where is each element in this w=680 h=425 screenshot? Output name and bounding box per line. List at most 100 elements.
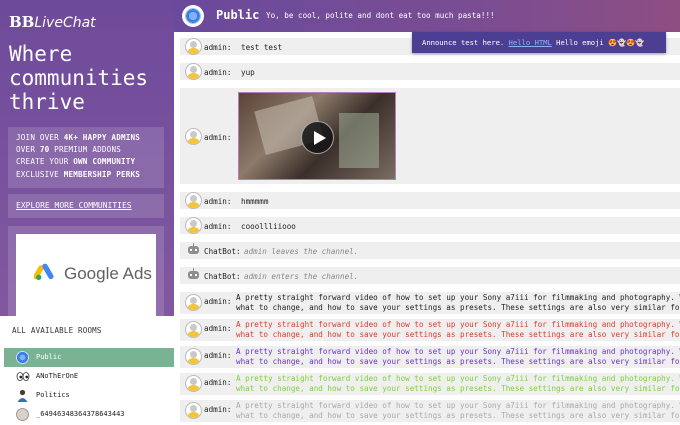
message-text: admin leaves the channel. xyxy=(244,247,359,256)
user-avatar-icon[interactable] xyxy=(185,375,202,392)
user-avatar-icon[interactable] xyxy=(185,402,202,419)
chat-message: admin: yup xyxy=(180,63,680,80)
user-avatar-icon[interactable] xyxy=(185,294,202,311)
message-username[interactable]: admin: xyxy=(204,351,231,360)
message-username[interactable]: admin: xyxy=(204,197,231,206)
room-item-label: Public xyxy=(36,353,62,361)
chat-message-video: admin: xyxy=(180,88,680,184)
message-text: A pretty straight forward video of how t… xyxy=(236,347,680,367)
promo-line3-a: CREATE YOUR xyxy=(16,157,74,167)
message-username[interactable]: admin: xyxy=(204,43,231,52)
room-topic: Yo, be cool, polite and dont eat too muc… xyxy=(266,11,495,20)
promo-line2-b: 70 xyxy=(39,145,50,155)
user-avatar-icon[interactable] xyxy=(185,38,202,55)
message-username[interactable]: admin: xyxy=(204,133,231,142)
room-name: Public xyxy=(216,8,260,22)
message-text: test test xyxy=(241,43,283,52)
announcement-text: Announce test here. xyxy=(422,38,509,47)
room-item-public[interactable]: Public xyxy=(4,348,174,367)
message-line: A pretty straight forward video of how t… xyxy=(236,347,680,356)
message-text: A pretty straight forward video of how t… xyxy=(236,401,680,421)
announcement-emojis: 😍👻😍👻 xyxy=(608,38,644,47)
announcement-link[interactable]: Hello HTML xyxy=(509,38,552,47)
promo-line1-b: 4K+ HAPPY ADMINS xyxy=(63,133,141,142)
promo-line4-b: MEMBERSHIP PERKS xyxy=(63,169,141,179)
chat-message: admin: A pretty straight forward video o… xyxy=(180,292,680,314)
room-item-numbers[interactable]: _64946348364378643443 xyxy=(4,405,174,424)
google-ads-icon xyxy=(34,263,54,280)
room-item-politics[interactable]: Politics xyxy=(4,386,174,405)
message-text: yup xyxy=(241,68,255,77)
chat-message: admin: A pretty straight forward video o… xyxy=(180,400,680,422)
chat-message: admin: hmmmmm xyxy=(180,192,680,209)
announcement-emoji-label: Hello emoji xyxy=(551,38,609,47)
user-avatar-icon[interactable] xyxy=(185,63,202,80)
person-icon xyxy=(16,389,29,402)
message-line: what to change, and how to save your set… xyxy=(236,411,680,420)
brand-logo-live: LiveChat xyxy=(34,15,96,31)
message-username[interactable]: admin: xyxy=(204,378,231,387)
message-line: what to change, and how to save your set… xyxy=(236,330,680,339)
public-room-icon xyxy=(185,8,201,24)
message-text: cooollliiooo xyxy=(241,222,296,231)
google-ads-banner[interactable]: Google Ads xyxy=(16,234,156,316)
announcement-banner: Announce test here. Hello HTML Hello emo… xyxy=(412,32,666,53)
promo-line2-c: PREMIUM ADDONS xyxy=(49,145,121,155)
chat-message: admin: cooollliiooo xyxy=(180,217,680,234)
eyes-icon xyxy=(16,370,30,383)
message-line: what to change, and how to save your set… xyxy=(236,303,680,312)
promo-line4-a: EXCLUSIVE xyxy=(16,169,64,179)
message-text: A pretty straight forward video of how t… xyxy=(236,293,680,313)
robot-icon xyxy=(186,268,201,282)
explore-communities-link[interactable]: EXPLORE MORE COMMUNITIES xyxy=(8,194,164,218)
room-item-label: ANoThErOnE xyxy=(36,372,79,380)
message-username[interactable]: admin: xyxy=(204,324,231,333)
rooms-panel: ALL AVAILABLE ROOMS Public ANoThErOnE Po… xyxy=(0,316,174,425)
chat-messages[interactable]: admin: test test admin: yup admin: admin… xyxy=(174,32,680,425)
message-text: A pretty straight forward video of how t… xyxy=(236,374,680,394)
message-username[interactable]: ChatBot: xyxy=(204,272,241,281)
message-username[interactable]: admin: xyxy=(204,222,231,231)
brand-logo[interactable]: BBLiveChat xyxy=(9,13,96,31)
room-item-label: _64946348364378643443 xyxy=(36,410,125,418)
user-avatar-icon[interactable] xyxy=(185,348,202,365)
chat-message-system: ChatBot: admin enters the channel. xyxy=(180,267,680,284)
message-line: A pretty straight forward video of how t… xyxy=(236,293,680,302)
chat-header: Public Yo, be cool, polite and dont eat … xyxy=(174,0,680,32)
play-icon[interactable] xyxy=(301,121,334,154)
user-avatar-icon[interactable] xyxy=(185,192,202,209)
ad-container: Google Ads xyxy=(8,226,164,316)
chat-message: admin: A pretty straight forward video o… xyxy=(180,373,680,395)
public-room-icon xyxy=(16,351,29,364)
promo-box: JOIN OVER 4K+ HAPPY ADMINS OVER 70 PREMI… xyxy=(8,127,164,188)
message-line: A pretty straight forward video of how t… xyxy=(236,374,680,383)
user-avatar-icon[interactable] xyxy=(185,321,202,338)
promo-line3-b: OWN COMMUNITY xyxy=(73,157,136,167)
message-line: what to change, and how to save your set… xyxy=(236,357,680,366)
message-username[interactable]: admin: xyxy=(204,405,231,414)
user-avatar-icon[interactable] xyxy=(185,217,202,234)
photo-avatar-icon xyxy=(16,408,29,421)
video-embed[interactable] xyxy=(238,92,396,180)
chat-message-system: ChatBot: admin leaves the channel. xyxy=(180,242,680,259)
room-item-label: Politics xyxy=(36,391,70,399)
google-ads-text: Google Ads xyxy=(64,264,152,283)
room-item-anotherone[interactable]: ANoThErOnE xyxy=(4,367,174,386)
promo-line2-a: OVER xyxy=(16,145,40,155)
chat-message: admin: A pretty straight forward video o… xyxy=(180,319,680,341)
promo-line1-a: JOIN OVER xyxy=(16,133,64,142)
message-username[interactable]: admin: xyxy=(204,68,231,77)
message-text: admin enters the channel. xyxy=(244,272,359,281)
message-text: A pretty straight forward video of how t… xyxy=(236,320,680,340)
sidebar-headline: Where communities thrive xyxy=(9,42,149,114)
message-line: A pretty straight forward video of how t… xyxy=(236,320,680,329)
message-username[interactable]: ChatBot: xyxy=(204,247,241,256)
user-avatar-icon[interactable] xyxy=(185,128,202,145)
brand-logo-bb: BB xyxy=(9,13,35,31)
room-avatar xyxy=(182,5,204,27)
rooms-title: ALL AVAILABLE ROOMS xyxy=(12,326,102,335)
message-username[interactable]: admin: xyxy=(204,297,231,306)
robot-icon xyxy=(186,243,201,257)
message-line: A pretty straight forward video of how t… xyxy=(236,401,680,410)
message-line: what to change, and how to save your set… xyxy=(236,384,680,393)
